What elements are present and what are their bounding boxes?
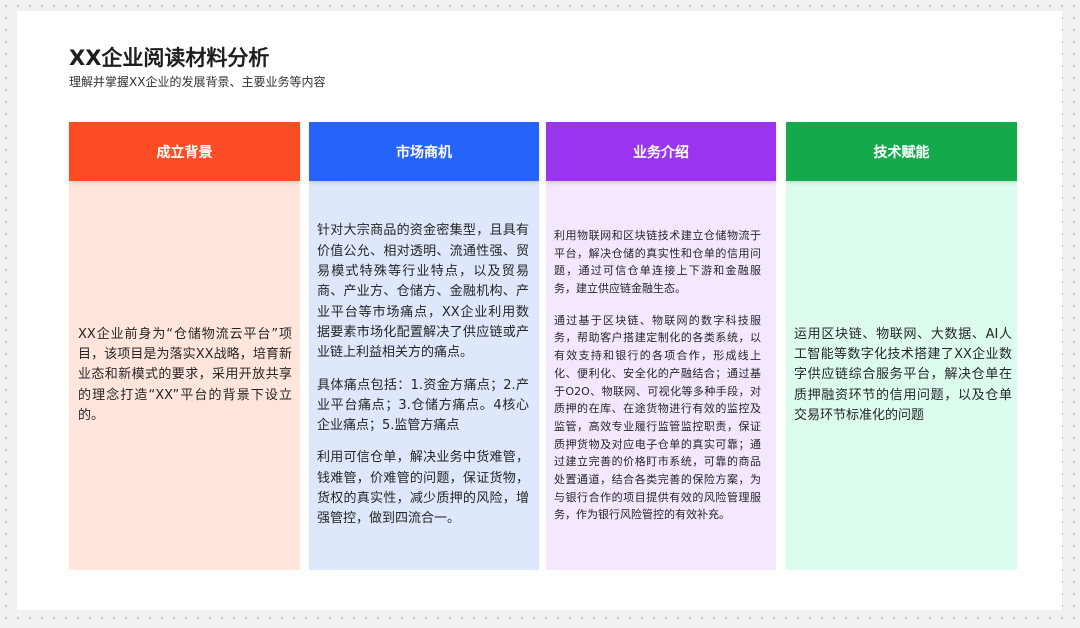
column-header: 市场商机: [309, 122, 539, 181]
column-header: 成立背景: [69, 122, 300, 181]
column-body: 利用物联网和区块链技术建立仓储物流于平台，解决仓储的真实性和仓单的信用问题，通过…: [546, 181, 776, 570]
column-paragraph: 运用区块链、物联网、大数据、AI人工智能等数字化技术搭建了XX企业数字供应链综合…: [794, 326, 1012, 423]
column-body: 运用区块链、物联网、大数据、AI人工智能等数字化技术搭建了XX企业数字供应链综合…: [786, 181, 1017, 570]
column-market-opportunity: 市场商机 针对大宗商品的资金密集型，且具有价值公允、相对透明、流通性强、贸易模式…: [309, 122, 539, 570]
column-paragraph: 利用物联网和区块链技术建立仓储物流于平台，解决仓储的真实性和仓单的信用问题，通过…: [554, 228, 761, 295]
column-body: 针对大宗商品的资金密集型，且具有价值公允、相对透明、流通性强、贸易模式特殊等行业…: [309, 181, 539, 570]
column-paragraph: 通过基于区块链、物联网的数字科技服务，帮助客户搭建定制化的各类系统，以有效支持和…: [554, 313, 761, 522]
column-tech-empowerment: 技术赋能 运用区块链、物联网、大数据、AI人工智能等数字化技术搭建了XX企业数字…: [786, 122, 1017, 570]
slide-canvas: XX企业阅读材料分析 理解并掌握XX企业的发展背景、主要业务等内容 成立背景 X…: [17, 11, 1062, 610]
page-title: XX企业阅读材料分析: [69, 46, 270, 70]
column-body: XX企业前身为“仓储物流云平台”项目，该项目是为落实XX战略，培育新业态和新模式…: [69, 181, 300, 570]
column-paragraph: 针对大宗商品的资金密集型，且具有价值公允、相对透明、流通性强、贸易模式特殊等行业…: [317, 223, 529, 361]
column-paragraph: 利用可信仓单，解决业务中货难管，钱难管，价难管的问题，保证货物，货权的真实性，减…: [317, 450, 529, 527]
column-business-intro: 业务介绍 利用物联网和区块链技术建立仓储物流于平台，解决仓储的真实性和仓单的信用…: [546, 122, 776, 570]
column-header: 业务介绍: [546, 122, 776, 181]
column-background: 成立背景 XX企业前身为“仓储物流云平台”项目，该项目是为落实XX战略，培育新业…: [69, 122, 300, 570]
column-header: 技术赋能: [786, 122, 1017, 181]
column-paragraph: XX企业前身为“仓储物流云平台”项目，该项目是为落实XX战略，培育新业态和新模式…: [78, 326, 292, 423]
column-paragraph: 具体痛点包括：1.资金方痛点；2.产业平台痛点；3.仓储方痛点。4核心企业痛点；…: [317, 377, 529, 434]
page-subtitle: 理解并掌握XX企业的发展背景、主要业务等内容: [69, 75, 326, 89]
